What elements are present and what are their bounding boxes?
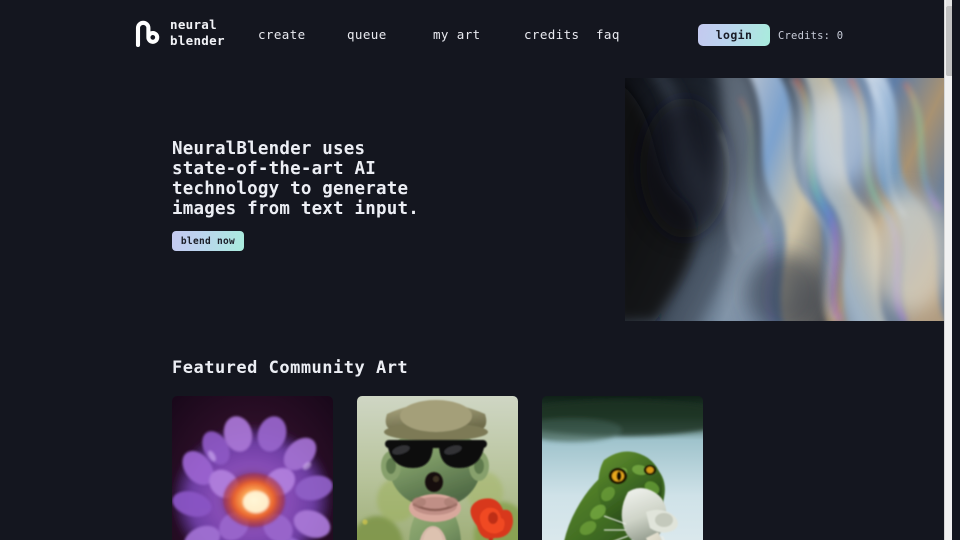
- page-scrollbar[interactable]: [944, 0, 952, 540]
- nav-item-faq[interactable]: faq: [596, 27, 656, 42]
- scrollbar-thumb[interactable]: [946, 6, 952, 76]
- nav-item-credits[interactable]: credits: [524, 27, 596, 42]
- brand-logo[interactable]: neural blender: [135, 18, 225, 48]
- credits-counter: Credits: 0: [778, 30, 844, 42]
- nav-item-queue[interactable]: queue: [347, 27, 433, 42]
- featured-art-grid: [172, 396, 703, 540]
- featured-section-title: Featured Community Art: [172, 358, 409, 378]
- top-navigation-bar: neural blender create queue my art credi…: [0, 0, 952, 70]
- nav-item-my-art[interactable]: my art: [433, 27, 524, 42]
- nav-links: create queue my art credits faq: [258, 27, 656, 42]
- login-button[interactable]: login: [698, 24, 770, 46]
- nav-item-create[interactable]: create: [258, 27, 347, 42]
- page-root: neural blender create queue my art credi…: [0, 0, 952, 540]
- art-card[interactable]: [172, 396, 333, 540]
- sunglasses-creature-artwork-icon: [357, 396, 518, 540]
- brand-name-line2: blender: [170, 33, 225, 48]
- art-card[interactable]: [357, 396, 518, 540]
- hero-headline: NeuralBlender uses state-of-the-art AI t…: [172, 139, 419, 219]
- hero-copy: NeuralBlender uses state-of-the-art AI t…: [172, 139, 592, 219]
- art-card[interactable]: [542, 396, 703, 540]
- blend-now-button[interactable]: blend now: [172, 231, 244, 251]
- anemone-artwork-icon: [172, 396, 333, 540]
- neural-blender-loop-logo-icon: [135, 20, 160, 48]
- hero-image: [625, 78, 952, 321]
- green-animal-artwork-icon: [542, 396, 703, 540]
- hero-abstract-artwork-icon: [625, 78, 952, 321]
- brand-name-line1: neural: [170, 16, 217, 32]
